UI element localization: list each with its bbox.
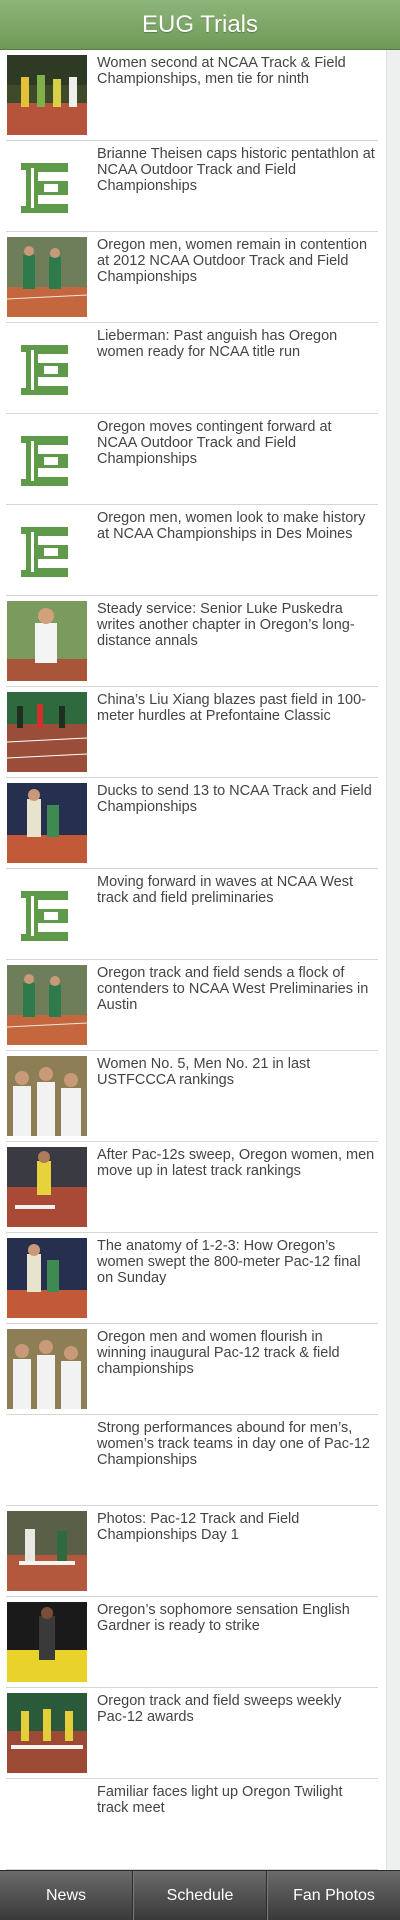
tab-fan-photos[interactable]: Fan Photos (267, 1871, 400, 1920)
article-thumbnail (7, 237, 87, 317)
article-row[interactable]: Women second at NCAA Track & Field Champ… (6, 50, 378, 141)
article-thumbnail (7, 1602, 87, 1682)
oregon-e-logo-icon (7, 874, 87, 954)
article-row[interactable]: After Pac-12s sweep, Oregon women, men m… (6, 1142, 378, 1233)
tab-news[interactable]: News (0, 1871, 133, 1920)
oregon-e-logo-icon (7, 328, 87, 408)
thumbnail-empty (7, 1784, 87, 1864)
article-headline: Oregon men, women remain in contention a… (97, 237, 368, 285)
article-thumbnail (7, 1693, 87, 1773)
article-thumbnail (7, 1511, 87, 1591)
article-thumbnail (7, 1147, 87, 1227)
tab-schedule[interactable]: Schedule (133, 1871, 267, 1920)
article-headline: Brianne Theisen caps historic pentathlon… (97, 146, 375, 194)
oregon-e-logo-icon (7, 146, 87, 226)
article-thumbnail (7, 601, 87, 681)
article-row[interactable]: Oregon men, women look to make history a… (6, 505, 378, 596)
article-thumbnail (7, 55, 87, 135)
article-thumbnail (7, 783, 87, 863)
article-row[interactable]: Steady service: Senior Luke Puskedra wri… (6, 596, 378, 687)
article-headline: Familiar faces light up Oregon Twilight … (97, 1784, 343, 1816)
article-row[interactable]: Oregon track and field sends a flock of … (6, 960, 378, 1051)
article-row[interactable]: Familiar faces light up Oregon Twilight … (6, 1779, 378, 1870)
app-header: EUG Trials (0, 0, 400, 50)
article-headline: Oregon moves contingent forward at NCAA … (97, 419, 332, 467)
article-headline: Ducks to send 13 to NCAA Track and Field… (97, 783, 372, 815)
oregon-e-logo-icon (7, 419, 87, 499)
article-headline: Women No. 5, Men No. 21 in last USTFCCCA… (97, 1056, 311, 1088)
article-row[interactable]: Photos: Pac-12 Track and Field Champions… (6, 1506, 378, 1597)
article-row[interactable]: Oregon men, women remain in contention a… (6, 232, 378, 323)
article-row[interactable]: Oregon’s sophomore sensation English Gar… (6, 1597, 378, 1688)
article-row[interactable]: Oregon track and field sweeps weekly Pac… (6, 1688, 378, 1779)
article-headline: Oregon men and women flourish in winning… (97, 1329, 340, 1377)
article-thumbnail (7, 1238, 87, 1318)
article-row[interactable]: China’s Liu Xiang blazes past field in 1… (6, 687, 378, 778)
article-headline: Oregon men, women look to make history a… (97, 510, 366, 542)
thumbnail-empty (7, 1420, 87, 1500)
article-headline: Photos: Pac-12 Track and Field Champions… (97, 1511, 300, 1543)
app-title: EUG Trials (141, 10, 258, 38)
article-headline: Steady service: Senior Luke Puskedra wri… (97, 601, 355, 649)
article-headline: The anatomy of 1-2-3: How Oregon’s women… (97, 1238, 361, 1286)
article-row[interactable]: Lieberman: Past anguish has Oregon women… (6, 323, 378, 414)
article-headline: After Pac-12s sweep, Oregon women, men m… (97, 1147, 375, 1179)
article-row[interactable]: Brianne Theisen caps historic pentathlon… (6, 141, 378, 232)
article-thumbnail (7, 965, 87, 1045)
article-thumbnail (7, 1056, 87, 1136)
article-row[interactable]: Oregon moves contingent forward at NCAA … (6, 414, 378, 505)
article-headline: Women second at NCAA Track & Field Champ… (97, 55, 346, 87)
article-row[interactable]: Strong performances abound for men’s, wo… (6, 1415, 378, 1506)
article-headline: Lieberman: Past anguish has Oregon women… (97, 328, 338, 360)
article-headline: China’s Liu Xiang blazes past field in 1… (97, 692, 366, 724)
article-headline: Oregon track and field sweeps weekly Pac… (97, 1693, 342, 1725)
tab-bar: News Schedule Fan Photos (0, 1870, 400, 1920)
article-row[interactable]: Moving forward in waves at NCAA West tra… (6, 869, 378, 960)
article-row[interactable]: Women No. 5, Men No. 21 in last USTFCCCA… (6, 1051, 378, 1142)
article-row[interactable]: The anatomy of 1-2-3: How Oregon’s women… (6, 1233, 378, 1324)
article-row[interactable]: Ducks to send 13 to NCAA Track and Field… (6, 778, 378, 869)
article-headline: Oregon track and field sends a flock of … (97, 965, 369, 1013)
article-headline: Moving forward in waves at NCAA West tra… (97, 874, 353, 906)
oregon-e-logo-icon (7, 510, 87, 590)
article-headline: Strong performances abound for men’s, wo… (97, 1420, 370, 1468)
article-list[interactable]: Women second at NCAA Track & Field Champ… (0, 50, 386, 1870)
scrollbar[interactable] (386, 50, 400, 1870)
article-headline: Oregon’s sophomore sensation English Gar… (97, 1602, 350, 1634)
article-thumbnail (7, 1329, 87, 1409)
article-thumbnail (7, 692, 87, 772)
article-row[interactable]: Oregon men and women flourish in winning… (6, 1324, 378, 1415)
